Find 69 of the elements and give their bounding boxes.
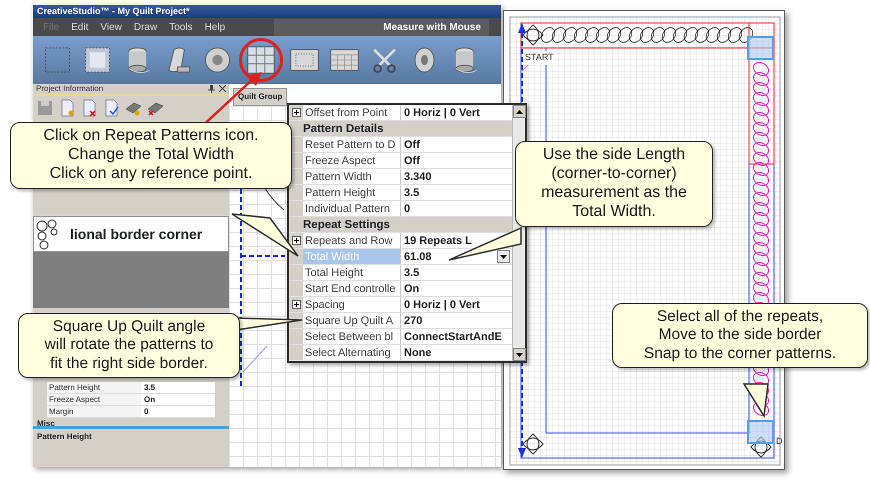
property-value: 61.08 [404,250,432,264]
property-name[interactable]: Select Alternating [303,345,401,360]
menu-item[interactable]: View [94,20,128,34]
property-value: 3.5 [404,186,420,200]
corner-pattern-drawing [522,434,544,454]
start-label: START [525,51,554,64]
property-name[interactable]: Reset Pattern to D [303,137,401,152]
property-value: Off [404,154,420,168]
property-name: Freeze Aspect [47,394,141,405]
property-value: Off [404,138,420,152]
property-name[interactable]: Pattern Height [303,185,401,200]
selection-handle[interactable] [747,420,774,444]
property-name[interactable]: Pattern Width [303,169,401,184]
pattern-list-item[interactable]: lional border corner [33,216,229,252]
window-title: CreativeStudio™ - My Quilt Project* [33,5,501,18]
dropdown-button[interactable] [497,250,510,263]
callout-text: Click on Repeat Patterns icon. Change the Total Width Click on any reference point. [10,122,292,189]
property-value: 270 [404,314,422,328]
expand-icon[interactable] [292,300,300,309]
property-name[interactable]: Total Height [303,265,401,280]
property-value: On [143,394,156,405]
corner-pattern-drawing [522,24,544,46]
caret-down-icon [500,254,507,258]
tab[interactable]: Quilt Group [233,88,288,106]
callout-pointer [742,383,769,418]
pattern-name: lional border corner [69,224,202,244]
pin-icon[interactable] [208,85,215,93]
property-value: 0 Horiz | 0 Vert [404,106,480,120]
property-value: ConnectStartAndE [404,330,502,344]
property-name[interactable]: Individual Pattern [303,201,401,216]
selection-handle[interactable] [747,36,774,60]
property-group: Misc [33,418,229,429]
mode-label: Measure with Mouse [274,18,489,36]
menu-item[interactable]: Edit [65,20,94,34]
property-name[interactable]: Repeats and Row [303,233,401,248]
property-value: 3.5 [143,382,156,393]
menu-item[interactable]: Help [198,20,232,34]
description-title: Pattern Height [36,431,93,443]
caret-down-icon [516,352,523,356]
corner-pattern-drawing [750,436,772,458]
property-value: 19 Repeats L [404,234,472,248]
property-value: None [404,346,432,360]
property-group: Repeat Settings [289,217,512,233]
property-name: Pattern Height [47,382,141,393]
callout-text: Use the side Length (corner-to-corner) measurement as the Total Width. [515,141,713,226]
property-value: 0 [404,202,410,216]
property-name[interactable]: Square Up Quilt A [303,313,401,328]
property-value: 0 Horiz | 0 Vert [404,298,480,312]
property-name[interactable]: Spacing [303,297,401,312]
property-group: Pattern Details [289,121,512,137]
end-label: D [776,435,782,448]
property-name[interactable]: Offset from Point [303,105,401,120]
property-name: Margin [47,406,141,417]
menu-item[interactable]: Draw [128,20,164,34]
property-value: On [404,282,420,296]
panel-title: Project Information [36,83,104,95]
property-name[interactable]: Start End controlle [303,281,401,296]
menu-item[interactable]: Tools [163,20,199,34]
expand-icon[interactable] [292,236,300,245]
expand-icon[interactable] [292,108,300,117]
property-name[interactable]: Select Between bl [303,329,401,344]
caret-up-icon [516,110,523,114]
property-value: 3.5 [404,266,420,280]
callout-text: Square Up Quilt angle will rotate the patterns to fit the right side border. [18,313,240,378]
property-name[interactable]: Freeze Aspect [303,153,401,168]
property-value: 0 [143,406,148,417]
callout-text: Select all of the repeats, Move to the side border Snap to the corner patterns. [612,303,868,368]
close-icon[interactable] [219,85,226,92]
property-value: 3.340 [404,170,432,184]
